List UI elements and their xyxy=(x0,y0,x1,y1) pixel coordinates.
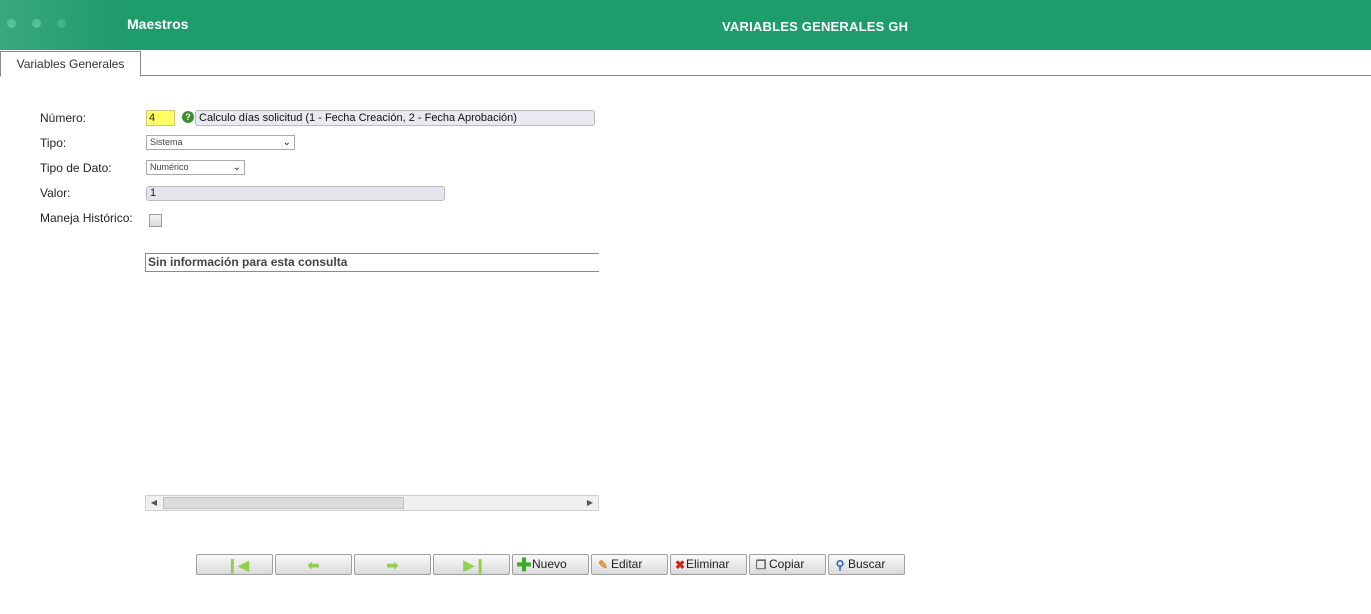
valor-input[interactable]: 1 xyxy=(146,186,445,201)
delete-x-icon: ✖ xyxy=(674,557,686,572)
maneja-historico-checkbox[interactable] xyxy=(149,214,162,227)
next-record-button[interactable]: ➡ xyxy=(354,554,431,575)
eliminar-button[interactable]: ✖ Eliminar xyxy=(670,554,747,575)
tipo-dato-select-value: Numérico xyxy=(150,162,189,172)
numero-input[interactable]: 4 xyxy=(146,110,175,126)
tipo-select-value: Sistema xyxy=(150,137,183,147)
editar-button[interactable]: ✎ Editar xyxy=(591,554,668,575)
app-title: Maestros xyxy=(127,16,189,32)
tab-bar: Variables Generales xyxy=(0,50,1371,77)
chevron-down-icon: ⌄ xyxy=(282,137,291,148)
editar-label: Editar xyxy=(611,557,643,571)
buscar-button[interactable]: ⚲ Buscar xyxy=(828,554,905,575)
magnifier-icon: ⚲ xyxy=(835,557,845,572)
numero-label: Número: xyxy=(40,111,87,125)
question-circle-icon[interactable]: ? xyxy=(182,111,194,123)
copiar-label: Copiar xyxy=(769,557,805,571)
window-dot-icon xyxy=(57,19,66,28)
grid-empty-message: Sin información para esta consulta xyxy=(148,255,348,269)
previous-record-button[interactable]: ⬅ xyxy=(275,554,352,575)
copiar-button[interactable]: ❐ Copiar xyxy=(749,554,826,575)
grid-horizontal-scrollbar[interactable]: ◀ ▶ xyxy=(145,495,599,511)
pencil-icon: ✎ xyxy=(597,557,609,572)
buscar-label: Buscar xyxy=(848,557,886,571)
last-record-button[interactable]: ▶❙ xyxy=(433,554,510,575)
page-title: VARIABLES GENERALES GH xyxy=(722,19,909,34)
window-dot-icon xyxy=(7,19,16,28)
tipo-dato-label: Tipo de Dato: xyxy=(40,161,112,175)
window-dot-icon xyxy=(32,19,41,28)
valor-label: Valor: xyxy=(40,186,71,200)
first-record-button[interactable]: ❙◀ xyxy=(196,554,273,575)
tipo-select[interactable]: Sistema ⌄ xyxy=(146,135,295,150)
tipo-label: Tipo: xyxy=(40,136,67,150)
app-header: Maestros VARIABLES GENERALES GH xyxy=(0,0,1371,50)
scrollbar-thumb[interactable] xyxy=(163,497,404,509)
previous-record-icon: ⬅ xyxy=(307,556,320,573)
last-record-icon: ▶❙ xyxy=(463,556,487,573)
first-record-icon: ❙◀ xyxy=(226,556,250,573)
plus-icon: ✚ xyxy=(516,554,532,575)
nuevo-label: Nuevo xyxy=(532,557,567,571)
nuevo-button[interactable]: ✚ Nuevo xyxy=(512,554,589,575)
scroll-right-icon[interactable]: ▶ xyxy=(582,496,598,510)
descripcion-field[interactable]: Calculo días solicitud (1 - Fecha Creaci… xyxy=(195,110,595,126)
next-record-icon: ➡ xyxy=(386,556,399,573)
maneja-historico-label: Maneja Histórico: xyxy=(40,211,133,225)
scroll-left-icon[interactable]: ◀ xyxy=(146,496,162,510)
tab-variables-generales[interactable]: Variables Generales xyxy=(0,51,141,77)
results-grid: Sin información para esta consulta xyxy=(145,253,599,272)
tipo-dato-select[interactable]: Numérico ⌄ xyxy=(146,160,245,175)
eliminar-label: Eliminar xyxy=(686,557,730,571)
copy-icon: ❐ xyxy=(755,557,767,572)
chevron-down-icon: ⌄ xyxy=(232,162,241,173)
